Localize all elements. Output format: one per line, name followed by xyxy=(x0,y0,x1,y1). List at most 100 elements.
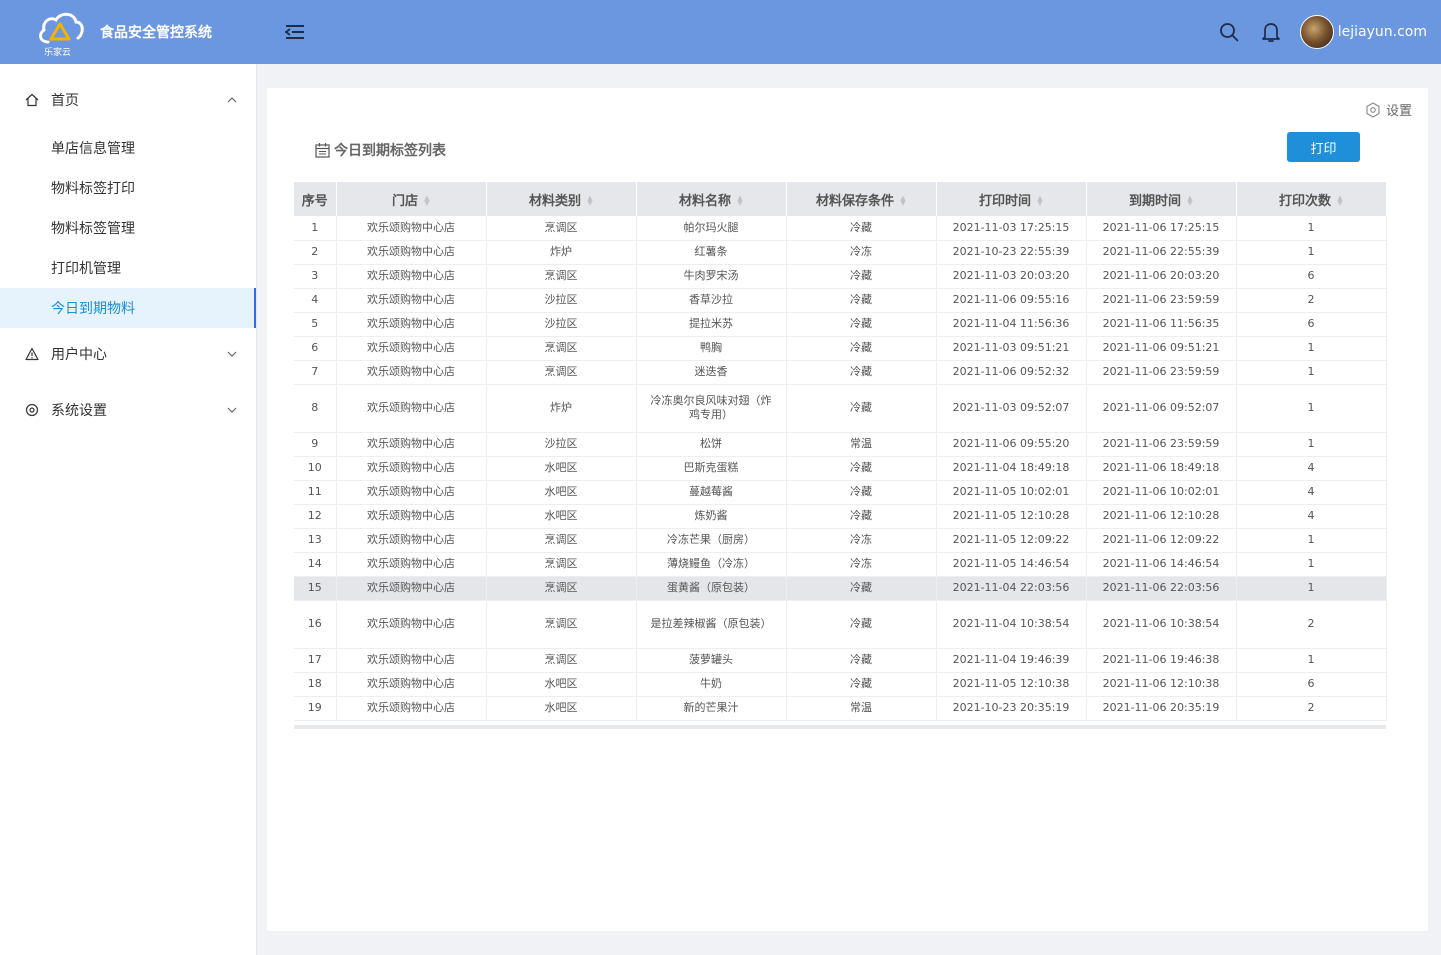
table-cell: 1 xyxy=(1236,648,1387,673)
table-cell: 2021-11-06 18:49:18 xyxy=(1086,456,1237,481)
table-cell: 牛肉罗宋汤 xyxy=(636,264,787,289)
sidebar-item-printer-manage[interactable]: 打印机管理 xyxy=(0,248,256,288)
table-cell: 4 xyxy=(294,288,337,313)
table-cell: 2021-11-06 14:46:54 xyxy=(1086,552,1237,577)
user-name[interactable]: lejiayun.com xyxy=(1338,24,1427,40)
table-row[interactable]: 3 欢乐颂购物中心店 烹调区 牛肉罗宋汤 冷藏 2021-11-03 20:03:20 20… xyxy=(294,264,1387,289)
table-row[interactable]: 1 欢乐颂购物中心店 烹调区 帕尔玛火腿 冷藏 2021-11-03 17:25:15 20… xyxy=(294,216,1387,241)
column-header[interactable]: 序号 xyxy=(294,182,337,216)
nav-system-settings[interactable]: 系统设置 xyxy=(0,382,256,438)
sort-icon[interactable]: ▲ ▼ xyxy=(587,195,593,207)
table-row[interactable]: 2 欢乐颂购物中心店 炸炉 红薯条 冷冻 2021-10-23 22:55:39 2021-… xyxy=(294,240,1387,265)
print-button[interactable]: 打印 xyxy=(1287,132,1360,162)
table-cell: 烹调区 xyxy=(486,648,637,673)
search-button[interactable] xyxy=(1218,21,1240,43)
table-cell: 15 xyxy=(294,576,337,601)
menu-collapse-button[interactable] xyxy=(283,20,307,44)
table-cell: 2021-11-05 12:09:22 xyxy=(936,528,1087,553)
table-row[interactable]: 6 欢乐颂购物中心店 烹调区 鸭胸 冷藏 2021-11-03 09:51:21 2021-… xyxy=(294,336,1387,361)
table-cell: 10 xyxy=(294,456,337,481)
table-cell: 菠萝罐头 xyxy=(636,648,787,673)
table-cell: 5 xyxy=(294,312,337,337)
table-cell: 6 xyxy=(1236,672,1387,697)
sidebar-item-label-print[interactable]: 物料标签打印 xyxy=(0,168,256,208)
brand[interactable]: 乐家云 食品安全管控系统 xyxy=(0,0,257,64)
table-cell: 水吧区 xyxy=(486,696,637,721)
table-cell: 13 xyxy=(294,528,337,553)
table-row[interactable]: 18 欢乐颂购物中心店 水吧区 牛奶 冷藏 2021-11-05 12:10:38 2021… xyxy=(294,672,1387,697)
notification-button[interactable] xyxy=(1260,21,1282,43)
table-row[interactable]: 15 欢乐颂购物中心店 烹调区 蛋黄酱（原包装） 冷藏 2021-11-04 22:03:… xyxy=(294,576,1387,601)
sort-icon[interactable]: ▲ ▼ xyxy=(900,195,906,207)
chevron-down-icon xyxy=(227,351,237,357)
table-row[interactable]: 7 欢乐颂购物中心店 烹调区 迷迭香 冷藏 2021-11-06 09:52:32 2021… xyxy=(294,360,1387,385)
table-row[interactable]: 4 欢乐颂购物中心店 沙拉区 香草沙拉 冷藏 2021-11-06 09:55:16 202… xyxy=(294,288,1387,313)
table-cell: 2021-11-04 22:03:56 xyxy=(936,576,1087,601)
nav-user-center[interactable]: 用户中心 xyxy=(0,326,256,382)
table-cell: 2021-11-04 11:56:36 xyxy=(936,312,1087,337)
user-avatar[interactable] xyxy=(1299,15,1334,49)
table-cell: 欢乐颂购物中心店 xyxy=(336,336,487,361)
table-row[interactable]: 14 欢乐颂购物中心店 烹调区 薄烧鳗鱼（冷冻） 冷冻 2021-11-05 14:46:… xyxy=(294,552,1387,577)
table-cell: 2021-11-06 22:03:56 xyxy=(1086,576,1237,601)
sort-icon[interactable]: ▲ ▼ xyxy=(1337,195,1343,207)
table-row[interactable]: 19 欢乐颂购物中心店 水吧区 新的芒果汁 常温 2021-10-23 20:35:19 2… xyxy=(294,696,1387,721)
table-cell: 常温 xyxy=(786,696,937,721)
table-cell: 欢乐颂购物中心店 xyxy=(336,240,487,265)
table-cell: 冷藏 xyxy=(786,456,937,481)
table-row[interactable]: 5 欢乐颂购物中心店 沙拉区 提拉米苏 冷藏 2021-11-04 11:56:36 202… xyxy=(294,312,1387,337)
column-header-label: 门店 xyxy=(391,193,418,209)
table-cell: 3 xyxy=(294,264,337,289)
sort-icon[interactable]: ▲ ▼ xyxy=(737,195,743,207)
column-header[interactable]: 打印次数 ▲ ▼ xyxy=(1236,182,1387,216)
settings-link[interactable]: 设置 xyxy=(1365,100,1412,119)
sort-icon[interactable]: ▲ ▼ xyxy=(424,195,430,207)
column-header[interactable]: 打印时间 ▲ ▼ xyxy=(936,182,1087,216)
table-cell: 冷冻奥尔良风味对翅（炸鸡专用） xyxy=(636,384,787,433)
column-header[interactable]: 材料名称 ▲ ▼ xyxy=(636,182,787,216)
logo-text: 乐家云 xyxy=(44,48,72,58)
cloud-logo-icon: 乐家云 xyxy=(36,8,84,58)
table-cell: 炼奶酱 xyxy=(636,504,787,529)
column-header[interactable]: 材料保存条件 ▲ ▼ xyxy=(786,182,937,216)
table-cell: 蔓越莓酱 xyxy=(636,480,787,505)
table-cell: 4 xyxy=(1236,480,1387,505)
table-cell: 欢乐颂购物中心店 xyxy=(336,576,487,601)
table-cell: 欢乐颂购物中心店 xyxy=(336,648,487,673)
sidebar-item-expiring-today[interactable]: 今日到期物料 xyxy=(0,288,256,328)
sidebar-item-label-manage[interactable]: 物料标签管理 xyxy=(0,208,256,248)
table-row[interactable]: 17 欢乐颂购物中心店 烹调区 菠萝罐头 冷藏 2021-11-04 19:46:39 20… xyxy=(294,648,1387,673)
table-cell: 冷藏 xyxy=(786,264,937,289)
table-cell: 水吧区 xyxy=(486,480,637,505)
table-header-row: 序号 门店 ▲ ▼ 材料类别 ▲ ▼ 材料名称 ▲ ▼ 材料保存条件 ▲ ▼ 打印时间 ▲ ▼ 到期时间 ▲ ▼ 打印… xyxy=(294,182,1387,216)
column-header[interactable]: 到期时间 ▲ ▼ xyxy=(1086,182,1237,216)
table-cell: 水吧区 xyxy=(486,672,637,697)
table-row[interactable]: 10 欢乐颂购物中心店 水吧区 巴斯克蛋糕 冷藏 2021-11-04 18:49:18 2… xyxy=(294,456,1387,481)
column-header[interactable]: 材料类别 ▲ ▼ xyxy=(486,182,637,216)
table-cell: 烹调区 xyxy=(486,576,637,601)
table-cell: 11 xyxy=(294,480,337,505)
table-cell: 沙拉区 xyxy=(486,288,637,313)
table-cell: 2 xyxy=(1236,696,1387,721)
table-cell: 水吧区 xyxy=(486,456,637,481)
table-row[interactable]: 9 欢乐颂购物中心店 沙拉区 松饼 常温 2021-11-06 09:55:20 2021-… xyxy=(294,432,1387,457)
table-cell: 2 xyxy=(1236,288,1387,313)
sort-icon[interactable]: ▲ ▼ xyxy=(1187,195,1193,207)
warning-icon xyxy=(24,346,40,362)
column-header[interactable]: 门店 ▲ ▼ xyxy=(336,182,487,216)
table-row[interactable]: 11 欢乐颂购物中心店 水吧区 蔓越莓酱 冷藏 2021-11-05 10:02:01 20… xyxy=(294,480,1387,505)
table-row[interactable]: 12 欢乐颂购物中心店 水吧区 炼奶酱 冷藏 2021-11-05 12:10:28 202… xyxy=(294,504,1387,529)
table-row[interactable]: 16 欢乐颂购物中心店 烹调区 是拉差辣椒酱（原包装） 冷藏 2021-11-04 10:… xyxy=(294,600,1387,649)
table-cell: 欢乐颂购物中心店 xyxy=(336,504,487,529)
table-cell: 冷藏 xyxy=(786,336,937,361)
table-cell: 2021-11-06 17:25:15 xyxy=(1086,216,1237,241)
table-row[interactable]: 13 欢乐颂购物中心店 烹调区 冷冻芒果（厨房） 冷冻 2021-11-05 12:09:… xyxy=(294,528,1387,553)
sidebar-item-store-info[interactable]: 单店信息管理 xyxy=(0,128,256,168)
table-row[interactable]: 8 欢乐颂购物中心店 炸炉 冷冻奥尔良风味对翅（炸鸡专用） 冷藏 2021-11-03 0… xyxy=(294,384,1387,433)
table-cell: 烹调区 xyxy=(486,600,637,649)
nav-home[interactable]: 首页 xyxy=(0,72,256,128)
table-cell: 2021-11-06 09:52:32 xyxy=(936,360,1087,385)
table-cell: 2021-11-06 09:52:07 xyxy=(1086,384,1237,433)
sort-icon[interactable]: ▲ ▼ xyxy=(1037,195,1043,207)
table-cell: 冷冻 xyxy=(786,528,937,553)
